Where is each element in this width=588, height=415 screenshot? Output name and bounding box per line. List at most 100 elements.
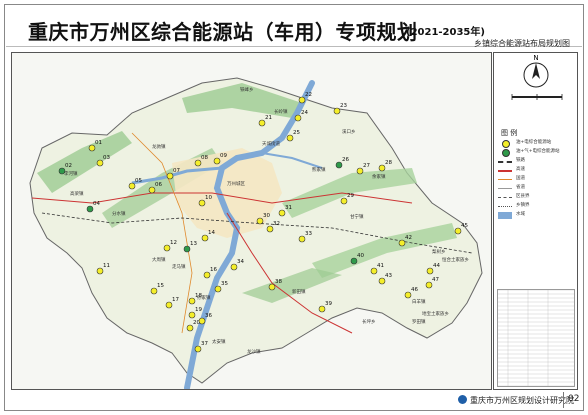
station-label: 37 — [201, 341, 208, 347]
legend-label: 水域 — [516, 212, 525, 217]
station-label: 43 — [385, 273, 392, 279]
station-label: 16 — [210, 267, 217, 273]
provincial-road-icon — [498, 188, 512, 189]
page-number: 02 — [568, 394, 580, 404]
place-label: 铁峰乡 — [240, 86, 254, 93]
station-label: 45 — [461, 223, 468, 229]
compass-area: N — [511, 54, 563, 100]
station-label: 38 — [275, 279, 282, 285]
legend-label: 国道 — [516, 176, 525, 181]
legend-label: 高速 — [516, 167, 525, 172]
station-label: 02 — [65, 163, 72, 169]
place-label: 恒合土家族乡 — [442, 256, 469, 263]
county-border-icon — [498, 197, 512, 198]
station-label: 29 — [347, 193, 354, 199]
station-label: 23 — [340, 103, 347, 109]
place-label: 走马镇 — [172, 263, 186, 270]
station-table — [497, 289, 575, 387]
place-label: 太安镇 — [212, 338, 226, 345]
map-area[interactable]: 01 02 03 04 05 06 07 08 09 10 11 12 13 14 15 16 17 18 19 20… — [11, 52, 492, 390]
legend-label: 油+气+电综合能源站 — [516, 149, 560, 154]
legend-label: 区县界 — [516, 194, 530, 199]
station-label: 39 — [325, 301, 332, 307]
legend-label: 油+电综合能源站 — [516, 140, 552, 145]
station-label: 09 — [220, 153, 227, 159]
legend-item: 高速 — [498, 166, 576, 175]
legend-label: 乡镇界 — [516, 203, 530, 208]
rail-icon — [498, 161, 512, 163]
district-map: 0102030405060708 09101112 1314151617181920… — [29, 77, 483, 389]
station-label: 22 — [305, 92, 312, 98]
station-label: 46 — [411, 287, 418, 293]
legend-panel: N 图 例 油+电综合能源站油+气+电综合能源站 铁路高速国道省道区县界乡镇界水域 — [493, 52, 578, 390]
station-label: 28 — [385, 160, 392, 166]
station-table-grid — [498, 289, 574, 387]
station-label: 42 — [405, 235, 412, 241]
header: 重庆市万州区综合能源站（车用）专项规划 (2021-2035年) 乡镇综合能源站… — [6, 6, 582, 48]
station-label: 19 — [195, 307, 202, 313]
station-label: 35 — [221, 281, 228, 287]
station-label: 34 — [237, 259, 244, 265]
station-label: 11 — [103, 263, 110, 269]
yellow-dot-icon — [502, 140, 510, 148]
place-label: 龙驹镇 — [152, 143, 166, 150]
town-border-icon — [498, 206, 512, 207]
station-label: 47 — [432, 277, 439, 283]
place-label: 梨树乡 — [432, 248, 446, 255]
legend-item: 油+气+电综合能源站 — [498, 148, 576, 157]
station-label: 27 — [363, 163, 370, 169]
station-label: 25 — [293, 130, 300, 136]
legend-item: 区县界 — [498, 193, 576, 202]
legend-item: 省道 — [498, 184, 576, 193]
station-label: 07 — [173, 168, 180, 174]
footer-divider — [563, 392, 564, 408]
place-label: 龙沙镇 — [247, 348, 261, 355]
place-label: 万州城区 — [227, 180, 245, 187]
page-title: 重庆市万州区综合能源站（车用）专项规划 — [28, 20, 418, 44]
legend-item: 国道 — [498, 175, 576, 184]
water-icon — [498, 212, 512, 219]
page-subtitle: 乡镇综合能源站布局规划图 — [474, 39, 570, 48]
place-label: 白羊镇 — [412, 298, 426, 305]
station-label: 17 — [172, 297, 179, 303]
station-label: 44 — [433, 263, 440, 269]
national-road-icon — [498, 179, 512, 180]
place-label: 甘宁镇 — [350, 213, 364, 220]
station-label: 14 — [208, 230, 215, 236]
station-label: 10 — [205, 195, 212, 201]
station-label: 21 — [265, 115, 272, 121]
station-label: 15 — [157, 283, 164, 289]
place-label: 天城街道 — [262, 140, 280, 147]
station-label: 12 — [170, 240, 177, 246]
place-label: 长坪乡 — [362, 318, 376, 325]
place-label: 罗田镇 — [412, 318, 426, 325]
station-label: 26 — [342, 157, 349, 163]
station-label: 40 — [357, 253, 364, 259]
legend-item: 油+电综合能源站 — [498, 139, 576, 148]
place-label: 熊家镇 — [312, 166, 326, 173]
legend-title: 图 例 — [501, 129, 518, 137]
legend-label: 省道 — [516, 185, 525, 190]
legend-label: 铁路 — [516, 158, 525, 163]
north-arrow-icon — [532, 63, 540, 79]
place-label: 孙家镇 — [197, 294, 211, 301]
legend-item: 铁路 — [498, 157, 576, 166]
district-shape — [29, 77, 483, 384]
station-label: 03 — [103, 155, 110, 161]
place-label: 大周镇 — [152, 256, 166, 263]
station-label: 01 — [95, 140, 102, 146]
compass-letter: N — [533, 54, 538, 62]
station-label: 05 — [135, 178, 142, 184]
place-label: 长岭镇 — [274, 108, 288, 115]
title-years: (2021-2035年) — [406, 27, 485, 38]
place-label: 新田镇 — [292, 288, 306, 295]
place-label: 地宝土家族乡 — [422, 310, 449, 317]
station-label: 41 — [377, 263, 384, 269]
station-label: 06 — [155, 182, 162, 188]
station-label: 32 — [273, 221, 280, 227]
place-label: 高梁镇 — [70, 190, 84, 197]
station-label: 36 — [205, 313, 212, 319]
place-label: 余家镇 — [372, 173, 386, 180]
place-label: 溪口乡 — [342, 128, 356, 135]
institute-logo-icon — [458, 395, 467, 404]
